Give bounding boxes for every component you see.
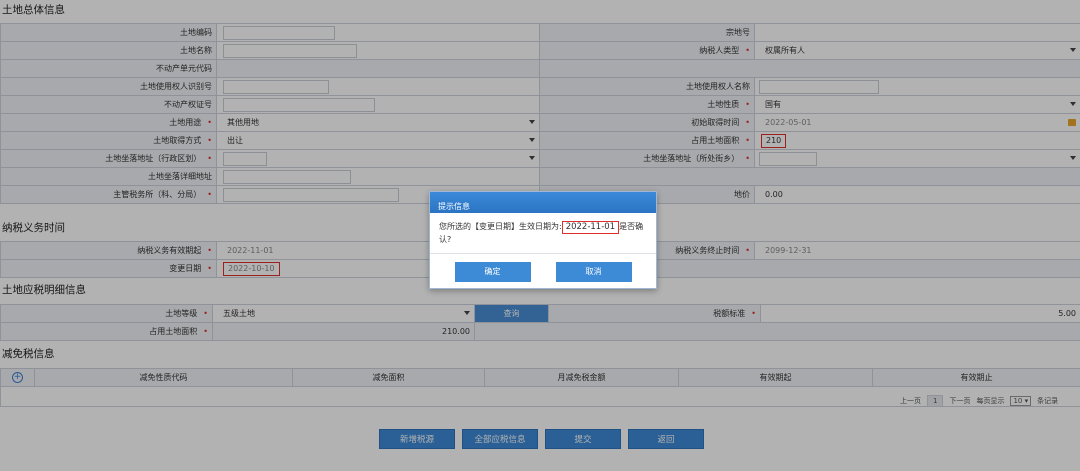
dialog-message: 您所选的【变更日期】生效日期为: 2022-11-01 是否确 认? xyxy=(439,221,644,244)
dialog-title: 提示信息 xyxy=(430,192,656,213)
cancel-button[interactable]: 取消 xyxy=(555,261,632,282)
page: 土地总体信息 土地编码 宗地号 土地名称 纳税人类型 • 权属所有人 不动产单元代… xyxy=(0,0,1080,471)
confirm-button[interactable]: 确定 xyxy=(454,261,531,282)
dialog-footer: 确定 取消 xyxy=(430,253,656,289)
confirm-dialog: 提示信息 您所选的【变更日期】生效日期为: 2022-11-01 是否确 认? 确定… xyxy=(429,191,657,289)
dialog-date: 2022-11-01 xyxy=(561,221,620,234)
